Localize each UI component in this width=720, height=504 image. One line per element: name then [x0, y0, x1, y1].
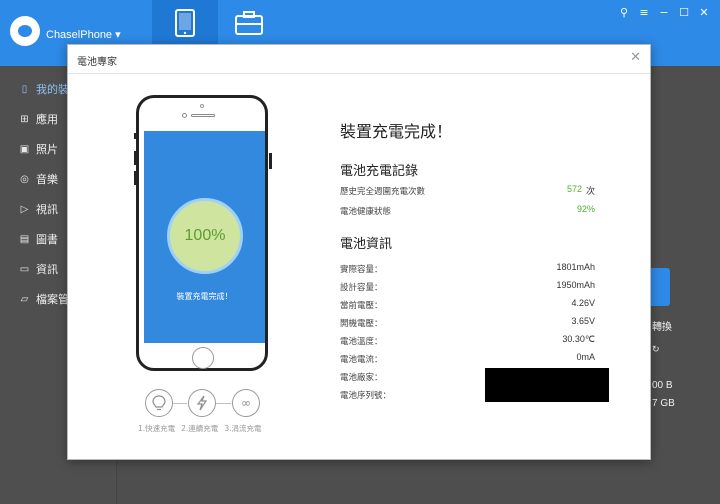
phone-camera: [182, 113, 187, 118]
sidebar-item-music[interactable]: ◎ 音樂: [18, 170, 58, 188]
info-label: 設計容量：: [340, 283, 383, 293]
design-capacity-value: 1950mAh: [556, 280, 595, 290]
battery-level-ring: 100%: [167, 198, 243, 274]
bolt-icon[interactable]: [188, 389, 216, 417]
apps-icon: ⊞: [20, 113, 29, 125]
charge-status-title: 裝置充電完成！: [340, 122, 453, 141]
message-icon: ▭: [19, 263, 30, 275]
sidebar-item-label: 圖書: [36, 233, 58, 246]
dialog-header: 電池專家 ✕: [68, 45, 650, 74]
refresh-icon[interactable]: ↻: [652, 344, 660, 355]
music-icon: ◎: [20, 173, 29, 185]
photo-icon: ▣: [19, 143, 30, 155]
sidebar-item-books[interactable]: ▤ 圖書: [18, 230, 58, 248]
cycles-value: 572: [566, 184, 582, 194]
menu-icon[interactable]: ≡: [637, 6, 651, 20]
cycles-label: 歷史完全週圍充電次數: [340, 187, 426, 197]
sidebar-item-label: 應用: [36, 113, 58, 126]
info-label: 電池序列號：: [340, 391, 392, 401]
info-label: 開機電壓：: [340, 319, 383, 329]
folder-icon: ▱: [20, 293, 29, 305]
sidebar-item-video[interactable]: ▷ 視訊: [18, 200, 58, 218]
info-label: 當前電壓：: [340, 301, 383, 311]
device-tab[interactable]: [152, 0, 218, 44]
app-logo: [10, 16, 40, 46]
battery-info-heading: 電池資訊: [340, 237, 393, 252]
mode-label-fast: 1.快速充電: [138, 424, 176, 433]
health-label: 電池健康狀態: [340, 207, 392, 217]
convert-label: 轉換: [652, 322, 672, 333]
screen-status-text: 裝置充電完成！: [176, 292, 233, 301]
phone-icon: ▯: [21, 83, 28, 95]
mode-label-trickle: 3.涓流充電: [224, 424, 262, 433]
battery-percent: 100%: [184, 227, 226, 244]
minimize-icon[interactable]: −: [657, 6, 671, 20]
boot-voltage-value: 3.65V: [571, 316, 595, 326]
redacted-block: [485, 368, 609, 402]
sidebar-item-my-device[interactable]: ▯ 我的裝: [18, 80, 69, 98]
info-label: 電池廠家：: [340, 373, 383, 383]
current-value: 0mA: [576, 352, 595, 362]
phone-speaker: [191, 114, 215, 117]
mode-labels: 1.快速充電 2.連續充電 3.涓流充電: [138, 423, 261, 434]
phone-sensor: [200, 104, 204, 108]
sidebar-item-photos[interactable]: ▣ 照片: [18, 140, 58, 158]
video-icon: ▷: [20, 203, 29, 215]
sidebar-item-label: 資訊: [36, 263, 58, 276]
sidebar-item-messages[interactable]: ▭ 資訊: [18, 260, 58, 278]
phone-illustration: 100% 裝置充電完成！: [136, 95, 268, 371]
charge-record-heading: 電池充電記錄: [340, 164, 419, 179]
sidebar-item-label: 音樂: [36, 173, 58, 186]
info-label: 電池電流：: [340, 355, 383, 365]
close-icon[interactable]: ✕: [630, 51, 641, 65]
phone-power-button: [269, 153, 272, 169]
storage-size-2: 7 GB: [652, 398, 675, 409]
mode-label-continuous: 2.連續充電: [181, 424, 219, 433]
storage-size-1: 00 B: [652, 380, 673, 391]
infinity-icon[interactable]: ∞: [232, 389, 260, 417]
tablet-icon: [175, 9, 195, 37]
temperature-value: 30.30℃: [562, 334, 595, 344]
toolbox-tab[interactable]: [218, 0, 284, 44]
sidebar-item-files[interactable]: ▱ 檔案管: [18, 290, 69, 308]
info-label: 電池溫度：: [340, 337, 383, 347]
mode-connector: [215, 403, 231, 404]
phone-home-button: [192, 347, 214, 369]
toolbox-icon: [235, 11, 263, 35]
dialog-title: 電池專家: [77, 57, 117, 68]
sidebar-item-label: 視訊: [36, 203, 58, 216]
mode-connector: [173, 403, 187, 404]
sidebar-item-label: 照片: [36, 143, 58, 156]
cycles-unit: 次: [586, 186, 596, 196]
phone-screen: 100% 裝置充電完成！: [144, 131, 265, 343]
current-voltage-value: 4.26V: [571, 298, 595, 308]
pin-icon[interactable]: ⚲: [617, 6, 631, 20]
sidebar-item-label: 我的裝: [36, 83, 69, 96]
book-icon: ▤: [19, 233, 30, 245]
sidebar-item-label: 檔案管: [36, 293, 69, 306]
bulb-icon[interactable]: [145, 389, 173, 417]
maximize-icon[interactable]: ☐: [677, 6, 691, 20]
sidebar-item-apps[interactable]: ⊞ 應用: [18, 110, 58, 128]
device-selector[interactable]: ChaselPhone ▾: [46, 28, 121, 41]
actual-capacity-value: 1801mAh: [556, 262, 595, 272]
battery-expert-dialog: 電池專家 ✕ 100% 裝置充電完成！ ∞ 1.快速充電 2.連續充電 3.涓流…: [67, 44, 651, 460]
info-label: 實際容量：: [340, 265, 383, 275]
health-value: 92%: [576, 204, 595, 214]
close-icon[interactable]: ✕: [697, 6, 711, 20]
